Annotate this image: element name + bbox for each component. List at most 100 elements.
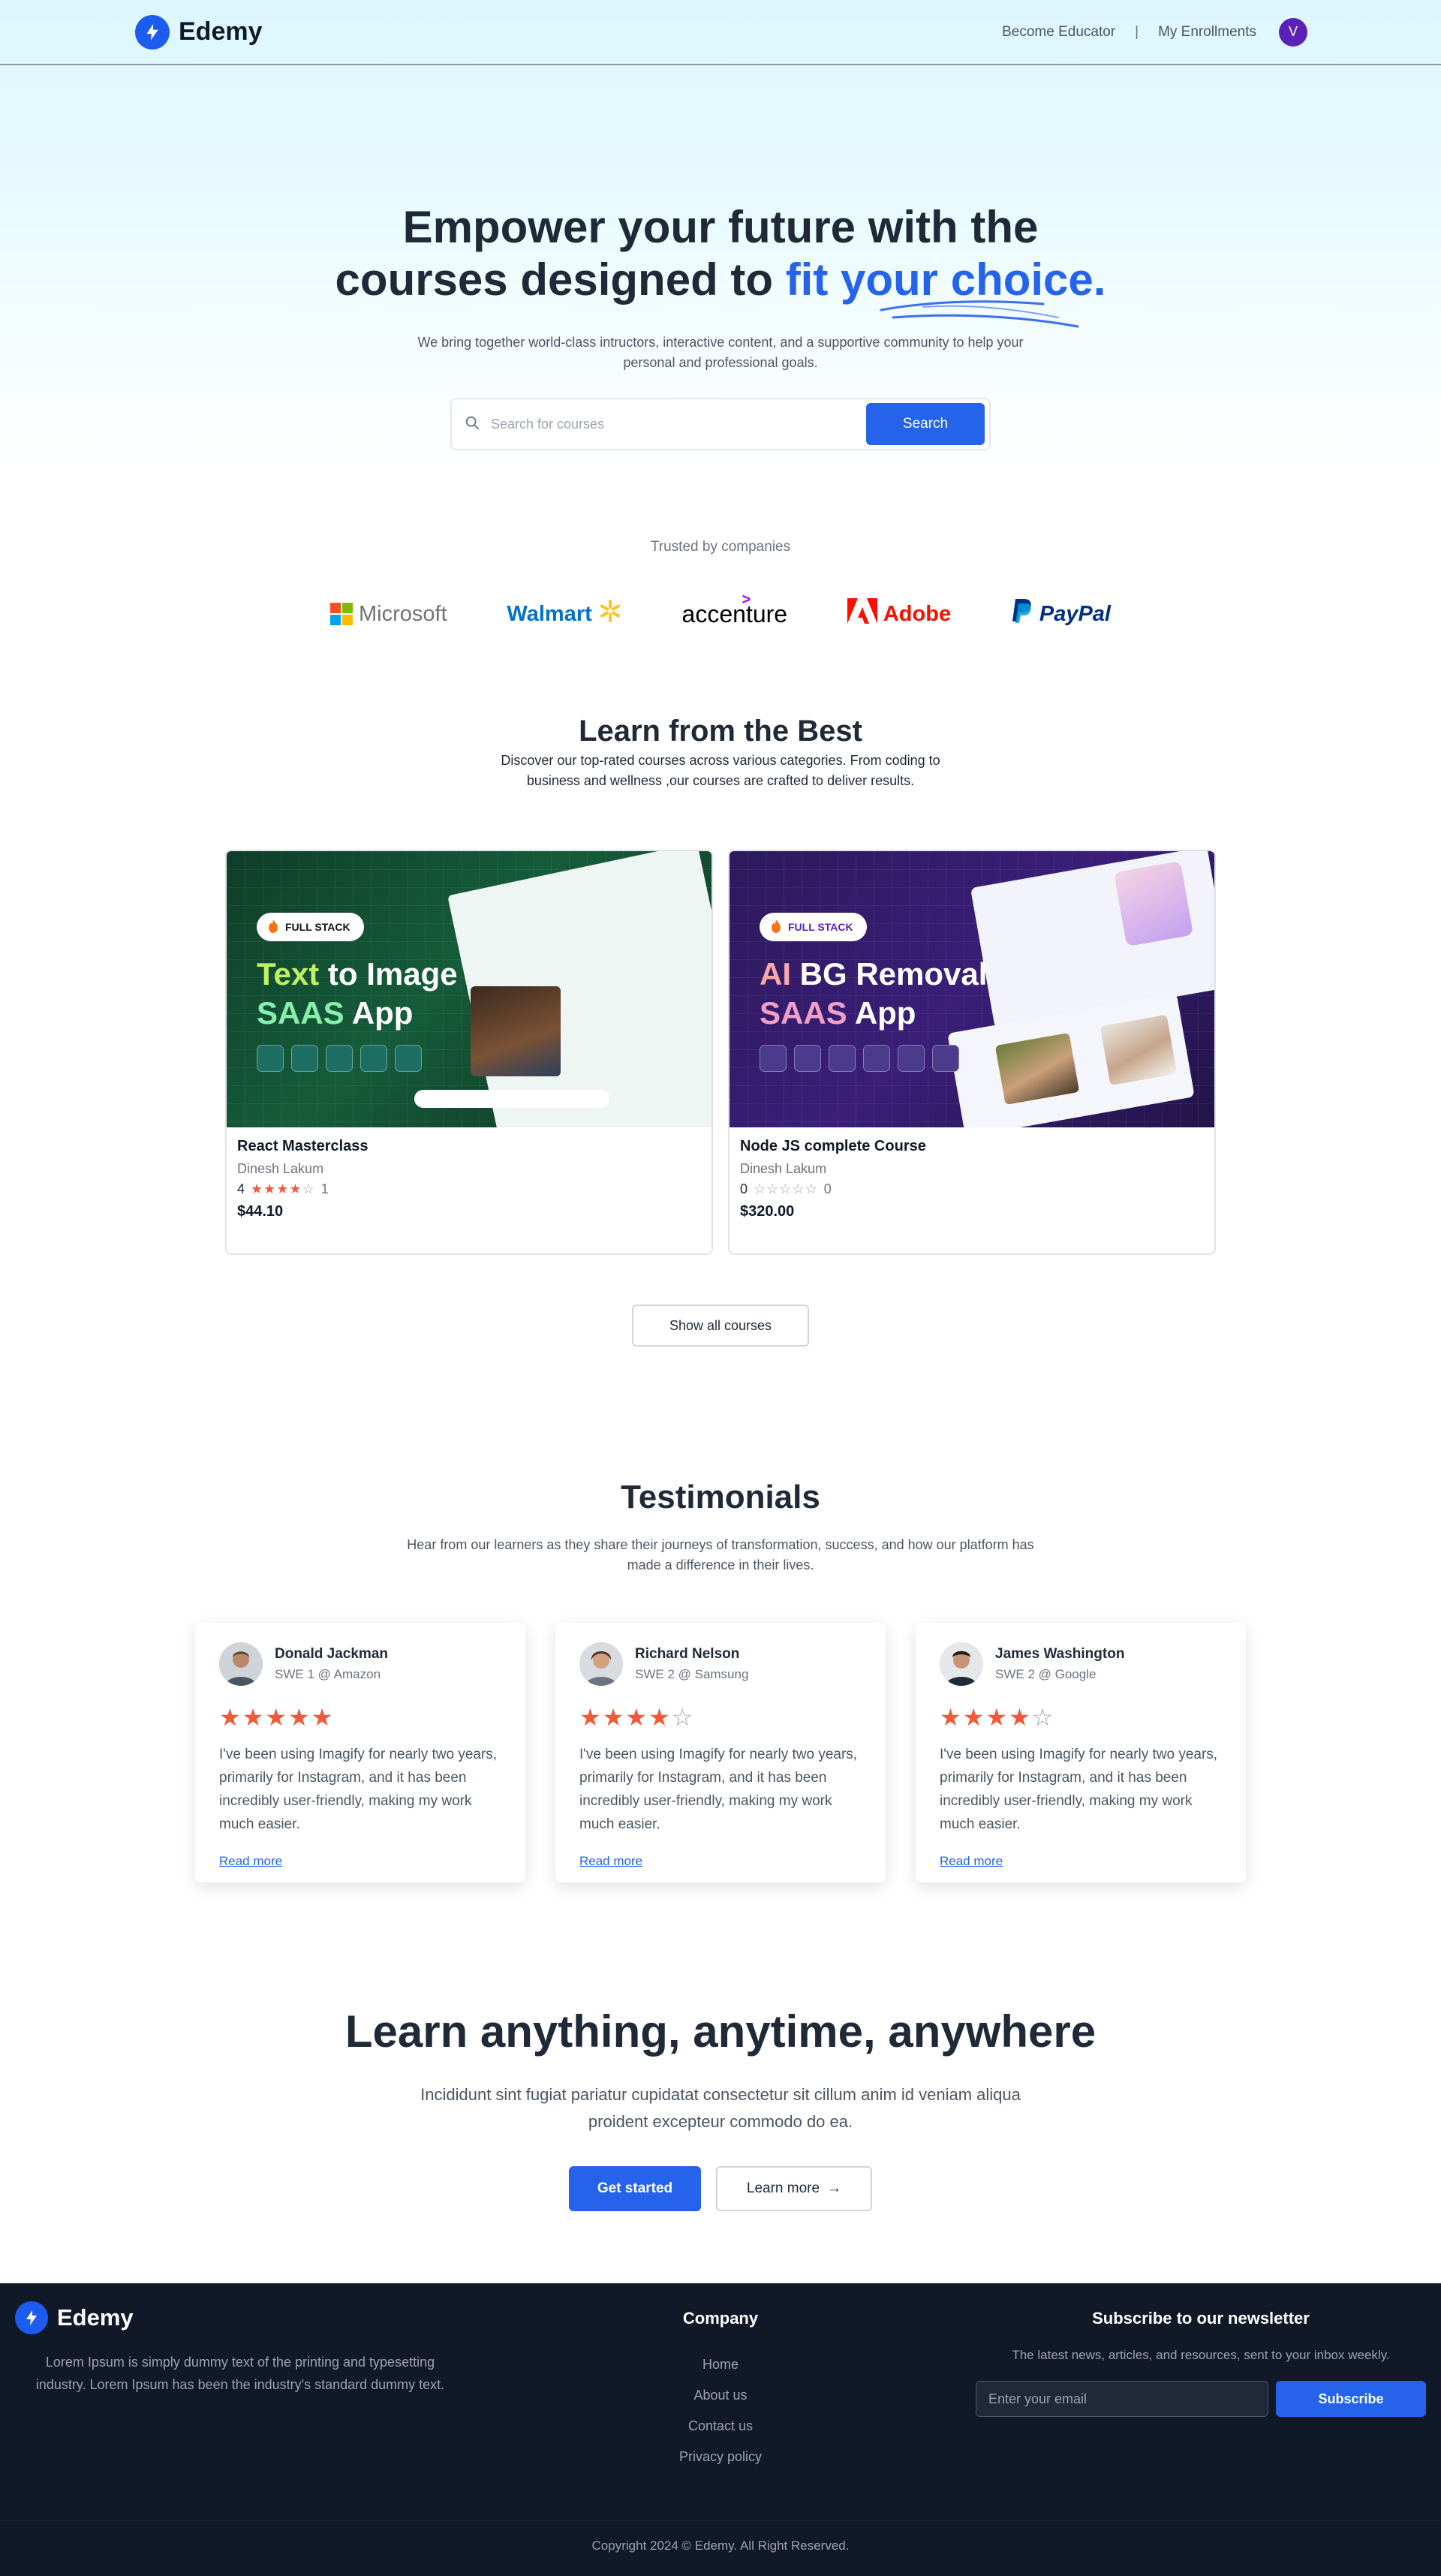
thumbnail-image	[994, 1032, 1080, 1106]
hero-subtitle: We bring together world-class intructors…	[417, 335, 1024, 370]
star-rating-icon: ★★★★☆	[579, 1704, 695, 1731]
learn-more-button[interactable]: Learn more →	[716, 2166, 872, 2211]
testimonial-name: Richard Nelson	[635, 1646, 740, 1662]
paypal-name: PayPal	[1039, 601, 1111, 626]
hero-underline-squiggle	[880, 300, 1079, 328]
footer-description: Lorem Ipsum is simply dummy text of the …	[35, 2355, 445, 2392]
walmart-spark-icon	[598, 599, 622, 629]
category-badge: FULL STACK	[760, 913, 867, 941]
hero-title-line1: Empower your future with the	[402, 202, 1039, 252]
cta-title: Learn anything, anytime, anywhere	[344, 2006, 1097, 2057]
walmart-name: Walmart	[507, 601, 592, 626]
rating-count: 1	[320, 1181, 329, 1196]
rating-stars-icon: ★★★★☆	[251, 1181, 315, 1196]
lightning-logo-icon	[135, 14, 170, 50]
trusted-label: Trusted by companies	[650, 539, 791, 555]
testimonial-role: SWE 2 @ Google	[995, 1667, 1097, 1681]
search-icon	[464, 414, 480, 435]
newsletter-email-input[interactable]	[976, 2381, 1268, 2417]
microsoft-name: Microsoft	[359, 601, 447, 626]
course-rating: 0 ☆☆☆☆☆ 0	[740, 1181, 1204, 1197]
adobe-name: Adobe	[883, 601, 952, 626]
course-author: Dinesh Lakum	[740, 1161, 827, 1176]
tailwind-icon	[291, 1045, 318, 1072]
course-title: Node JS complete Course	[740, 1138, 926, 1154]
newsletter-title: Subscribe to our newsletter	[1092, 2309, 1310, 2328]
hero-title-line2: courses designed to	[335, 254, 786, 305]
course-info: React Masterclass Dinesh Lakum 4 ★★★★☆ 1…	[227, 1127, 711, 1231]
walmart-logo: Walmart	[507, 599, 621, 629]
hero-title: Empower your future with the courses des…	[0, 201, 1441, 306]
thumbnail-title: AI BG Removal SAAS App	[760, 956, 988, 1031]
course-author: Dinesh Lakum	[237, 1161, 324, 1176]
copyright-text: Copyright 2024 © Edemy. All Right Reserv…	[591, 2538, 850, 2553]
read-more-link[interactable]: Read more	[940, 1854, 1003, 1869]
testimonial-card: Richard Nelson SWE 2 @ Samsung ★★★★☆ I'v…	[555, 1623, 886, 1882]
microsoft-logo: Microsoft	[330, 602, 447, 627]
category-badge: FULL STACK	[257, 913, 364, 941]
testimonial-role: SWE 2 @ Samsung	[635, 1667, 749, 1681]
course-title: React Masterclass	[237, 1138, 369, 1154]
get-started-button[interactable]: Get started	[569, 2166, 701, 2211]
page: Edemy Become Educator | My Enrollments V…	[0, 0, 1441, 2576]
footer-link-privacy[interactable]: Privacy policy	[570, 2442, 871, 2472]
course-card[interactable]: FULL STACK Text to Image SAAS App React …	[225, 850, 713, 1255]
arrow-right-icon: →	[827, 2180, 842, 2196]
footer-company-links: Home About us Contact us Privacy policy	[570, 2349, 871, 2472]
become-educator-link[interactable]: Become Educator	[1002, 24, 1115, 41]
course-thumbnail: FULL STACK AI BG Removal SAAS App	[730, 851, 1214, 1127]
learn-more-label: Learn more	[746, 2180, 820, 2196]
flame-icon	[267, 919, 279, 936]
brand-logo[interactable]: Edemy	[135, 14, 263, 50]
show-all-courses-button[interactable]: Show all courses	[632, 1305, 809, 1347]
footer-divider	[0, 2520, 1441, 2521]
microsoft-grid-icon	[330, 603, 353, 625]
testimonials-subtitle: Hear from our learners as they share the…	[407, 1537, 1034, 1572]
rating-stars-icon: ☆☆☆☆☆	[754, 1181, 818, 1196]
course-search-bar: Search	[450, 398, 991, 450]
testimonial-text: I've been using Imagify for nearly two y…	[940, 1747, 1218, 1832]
footer-link-contact[interactable]: Contact us	[570, 2411, 871, 2442]
testimonial-card: James Washington SWE 2 @ Google ★★★★☆ I'…	[916, 1623, 1246, 1882]
testimonial-name: James Washington	[995, 1646, 1125, 1662]
star-rating-icon: ★★★★★	[219, 1704, 335, 1731]
thumbnail-image	[471, 986, 561, 1076]
node-icon	[360, 1045, 387, 1072]
read-more-link[interactable]: Read more	[579, 1854, 642, 1869]
accenture-name: accenture	[681, 600, 788, 627]
react-icon	[760, 1045, 787, 1072]
thumbnail-input-mock	[414, 1090, 609, 1108]
avatar	[579, 1642, 623, 1686]
node-icon	[863, 1045, 890, 1072]
paypal-p-icon	[1011, 597, 1033, 630]
search-input[interactable]	[491, 416, 866, 432]
course-rating: 4 ★★★★☆ 1	[237, 1181, 701, 1197]
testimonial-text: I've been using Imagify for nearly two y…	[219, 1747, 498, 1832]
footer-link-home[interactable]: Home	[570, 2349, 871, 2380]
subscribe-button[interactable]: Subscribe	[1276, 2381, 1426, 2417]
adobe-a-icon	[847, 598, 877, 630]
cta-subtitle: Incididunt sint fugiat pariatur cupidata…	[420, 2085, 1021, 2131]
rating-count: 0	[823, 1181, 832, 1196]
course-info: Node JS complete Course Dinesh Lakum 0 ☆…	[730, 1127, 1214, 1231]
course-thumbnail: FULL STACK Text to Image SAAS App	[227, 851, 711, 1127]
thumbnail-image	[1100, 1014, 1178, 1086]
thumbnail-image	[1114, 860, 1193, 947]
my-enrollments-link[interactable]: My Enrollments	[1158, 24, 1256, 41]
course-card[interactable]: FULL STACK AI BG Removal SAAS App Node J…	[728, 850, 1216, 1255]
adobe-logo: Adobe	[847, 598, 951, 630]
read-more-link[interactable]: Read more	[219, 1854, 282, 1869]
course-price: $320.00	[740, 1203, 795, 1220]
footer-link-about[interactable]: About us	[570, 2380, 871, 2411]
mongodb-icon	[326, 1045, 353, 1072]
user-avatar[interactable]: V	[1279, 17, 1307, 47]
top-navbar: Edemy Become Educator | My Enrollments V	[0, 0, 1441, 65]
newsletter-subtitle: The latest news, articles, and resources…	[1012, 2348, 1390, 2362]
testimonial-card: Donald Jackman SWE 1 @ Amazon ★★★★★ I've…	[195, 1623, 525, 1882]
testimonial-name: Donald Jackman	[275, 1646, 388, 1662]
star-rating-icon: ★★★★☆	[940, 1704, 1055, 1731]
footer-brand-logo[interactable]: Edemy	[15, 2301, 134, 2334]
testimonials-title: Testimonials	[621, 1479, 820, 1515]
rating-value: 0	[740, 1181, 748, 1196]
search-button[interactable]: Search	[866, 403, 985, 445]
